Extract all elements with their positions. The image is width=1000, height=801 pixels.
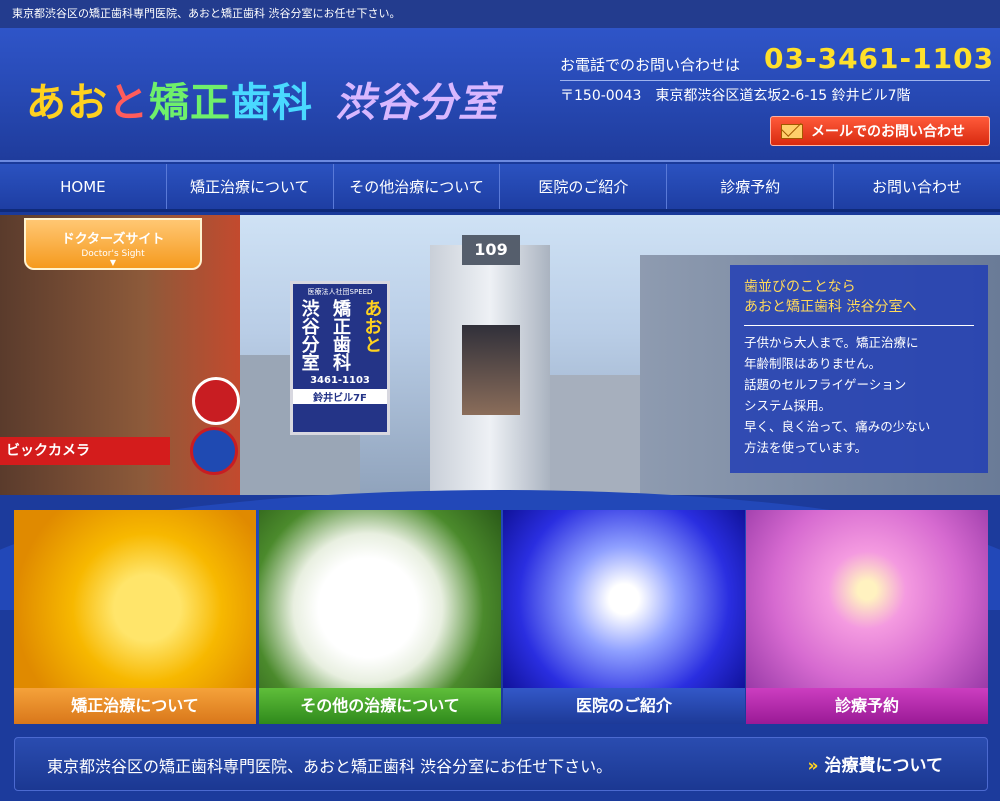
chevron-down-icon: ▼ [109,258,117,267]
bottom-banner: 東京都渋谷区の矯正歯科専門医院、あおと矯正歯科 渋谷分室にお任せ下さい。 » 治療… [14,737,988,791]
tel-number[interactable]: 03-3461-1103 [764,42,994,75]
header-divider [560,80,990,81]
sign-phone: 3461-1103 [310,375,370,386]
no-parking-sign [192,377,240,425]
nav-contact[interactable]: お問い合わせ [834,164,1000,209]
site-logo[interactable]: あおと矯正歯科 渋谷分室 [26,70,499,128]
info-title-2: あおと矯正歯科 渋谷分室へ [744,299,917,315]
info-line-2: 年齢制限はありません。 [744,356,882,371]
pink-flower-image [746,510,988,688]
info-line-5: 早く、良く治って、痛みの少ない [744,419,931,434]
tile-other-treatment[interactable]: その他の治療について [259,510,501,724]
tile-caption: その他の治療について [259,688,501,724]
mail-contact-label: メールでのお問い合わせ [811,124,965,140]
clinic-building-sign: 医療法人社団SPEED 渋谷分室 矯正歯科 あおと 3461-1103 鈴井ビル… [290,281,390,435]
main-nav: HOME 矯正治療について その他治療について 医院のご紹介 診療予約 お問い合… [0,164,1000,212]
sign-col-branch: 渋谷分室 [298,299,320,371]
info-divider [744,325,974,326]
ad-board [462,325,520,415]
tile-orthodontics[interactable]: 矯正治療について [14,510,256,724]
blue-flower-image [503,510,745,688]
nav-reservation[interactable]: 診療予約 [667,164,835,209]
tile-caption: 矯正治療について [14,688,256,724]
logo-branch: 渋谷分室 [335,80,499,126]
treatment-fee-label: 治療費について [824,756,944,776]
info-title-1: 歯並びのことなら [744,279,856,295]
lily-flower-image [14,510,256,688]
sign-floor: 鈴井ビル7F [293,389,387,404]
tower-sign: 109 [462,235,520,265]
doctors-site-label: ドクターズサイト [61,232,165,247]
white-flower-image [259,510,501,688]
info-line-4: システム採用。 [744,398,832,413]
bottom-tagline: 東京都渋谷区の矯正歯科専門医院、あおと矯正歯科 渋谷分室にお任せ下さい。 [47,757,613,776]
logo-part-to: と [108,80,149,126]
tel-label: お電話でのお問い合わせは [560,56,741,74]
nav-clinic-intro[interactable]: 医院のご紹介 [500,164,668,209]
envelope-icon [781,123,803,139]
tile-caption: 医院のご紹介 [503,688,745,724]
logo-part-ao: あお [26,80,108,126]
hero-info-box: 歯並びのことなら あおと矯正歯科 渋谷分室へ 子供から大人まで。矯正治療に 年齢… [730,265,988,473]
site-header: あおと矯正歯科 渋谷分室 お電話でのお問い合わせは 03-3461-1103 〒1… [0,28,1000,162]
logo-part-shika: 歯科 [231,80,313,126]
logo-part-kyosei: 矯正 [149,80,231,126]
sign-col-aoto: あおと [361,299,383,353]
mail-contact-button[interactable]: メールでのお問い合わせ [770,116,990,146]
nav-orthodontics[interactable]: 矯正治療について [167,164,334,209]
tile-clinic-intro[interactable]: 医院のご紹介 [503,510,745,724]
no-stopping-sign [190,427,238,475]
sign-col-ortho: 矯正歯科 [329,299,351,371]
nav-home[interactable]: HOME [0,164,167,209]
tile-reservation[interactable]: 診療予約 [746,510,988,724]
clinic-address: 〒150-0043 東京都渋谷区道玄坂2-6-15 鈴井ビル7階 [560,88,911,104]
info-line-6: 方法を使っています。 [744,440,868,455]
nav-other-treatment[interactable]: その他治療について [334,164,501,209]
sign-corp: 医療法人社団SPEED [307,288,373,296]
tile-caption: 診療予約 [746,688,988,724]
shop-sign: ビックカメラ [0,437,170,465]
info-line-3: 話題のセルフライゲーション [744,377,907,392]
doctors-site-tab[interactable]: ドクターズサイト Doctor's Sight ▼ [24,218,202,270]
top-tagline: 東京都渋谷区の矯正歯科専門医院、あおと矯正歯科 渋谷分室にお任せ下さい。 [0,0,1000,28]
treatment-fee-link[interactable]: » 治療費について [808,751,943,776]
info-line-1: 子供から大人まで。矯正治療に [744,335,919,350]
double-chevron-right-icon: » [807,756,819,776]
